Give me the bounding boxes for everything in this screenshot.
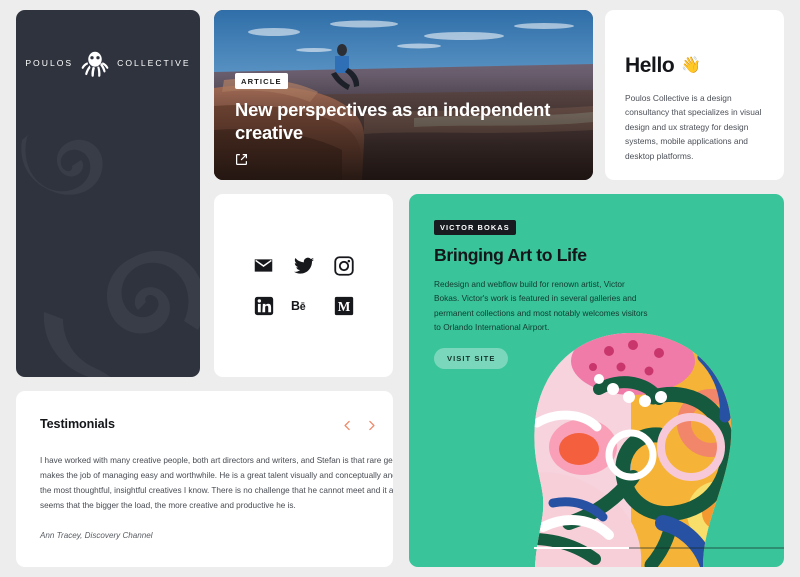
brand-name-right: COLLECTIVE: [117, 58, 191, 68]
intro-title: Hello: [625, 54, 675, 77]
chevron-right-icon[interactable]: [364, 418, 379, 433]
octopus-tentacles-watermark-icon: [21, 135, 200, 377]
brand-lockup: POULOS COLLECTIVE: [16, 48, 200, 78]
project-content: VICTOR BOKAS Bringing Art to Life Redesi…: [409, 194, 784, 370]
intro-body: Poulos Collective is a design consultanc…: [625, 93, 762, 161]
linkedin-icon[interactable]: [251, 293, 277, 319]
behance-icon[interactable]: Bē: [291, 293, 317, 319]
progress-fill: [534, 547, 629, 549]
article-category-badge: ARTICLE: [235, 73, 288, 89]
carousel-progress-bar[interactable]: [534, 547, 784, 549]
visit-site-button[interactable]: VISIT SITE: [434, 348, 509, 370]
svg-text:ē: ē: [300, 301, 306, 313]
project-card[interactable]: VICTOR BOKAS Bringing Art to Life Redesi…: [409, 194, 784, 567]
svg-text:B: B: [291, 299, 300, 313]
instagram-icon[interactable]: [331, 253, 357, 279]
email-icon[interactable]: [251, 253, 277, 279]
intro-card: Hello 👋 Poulos Collective is a design co…: [605, 10, 784, 180]
intro-heading-row: Hello 👋: [625, 54, 765, 78]
waving-hand-icon: 👋: [681, 57, 702, 74]
social-links-grid: Bē M: [244, 246, 364, 326]
project-title: Bringing Art to Life: [434, 245, 587, 265]
testimonials-card: Testimonials I have worked with many cre…: [16, 391, 393, 567]
testimonials-nav: [340, 418, 379, 433]
social-links-card: Bē M: [214, 194, 393, 377]
chevron-left-icon[interactable]: [340, 418, 355, 433]
article-card[interactable]: ARTICLE New perspectives as an independe…: [214, 10, 593, 180]
article-title: New perspectives as an independent creat…: [235, 98, 551, 143]
svg-text:M: M: [337, 299, 350, 314]
project-description: Redesign and webflow build for renown ar…: [434, 279, 648, 332]
twitter-icon[interactable]: [291, 253, 317, 279]
article-content: ARTICLE New perspectives as an independe…: [235, 71, 569, 166]
medium-icon[interactable]: M: [331, 293, 357, 319]
brand-name-left: POULOS: [25, 58, 74, 68]
sidebar-panel: POULOS COLLECTIVE: [16, 10, 200, 377]
project-client-badge: VICTOR BOKAS: [434, 219, 516, 235]
external-link-icon[interactable]: [235, 153, 248, 166]
testimonial-quote: I have worked with many creative people,…: [40, 456, 393, 510]
testimonials-title: Testimonials: [40, 417, 115, 431]
octopus-logo-icon: [81, 51, 109, 77]
dashboard-page: POULOS COLLECTIVE ARTICLE New perspectiv…: [0, 0, 800, 577]
testimonial-author: Ann Tracey, Discovery Channel: [40, 530, 153, 540]
